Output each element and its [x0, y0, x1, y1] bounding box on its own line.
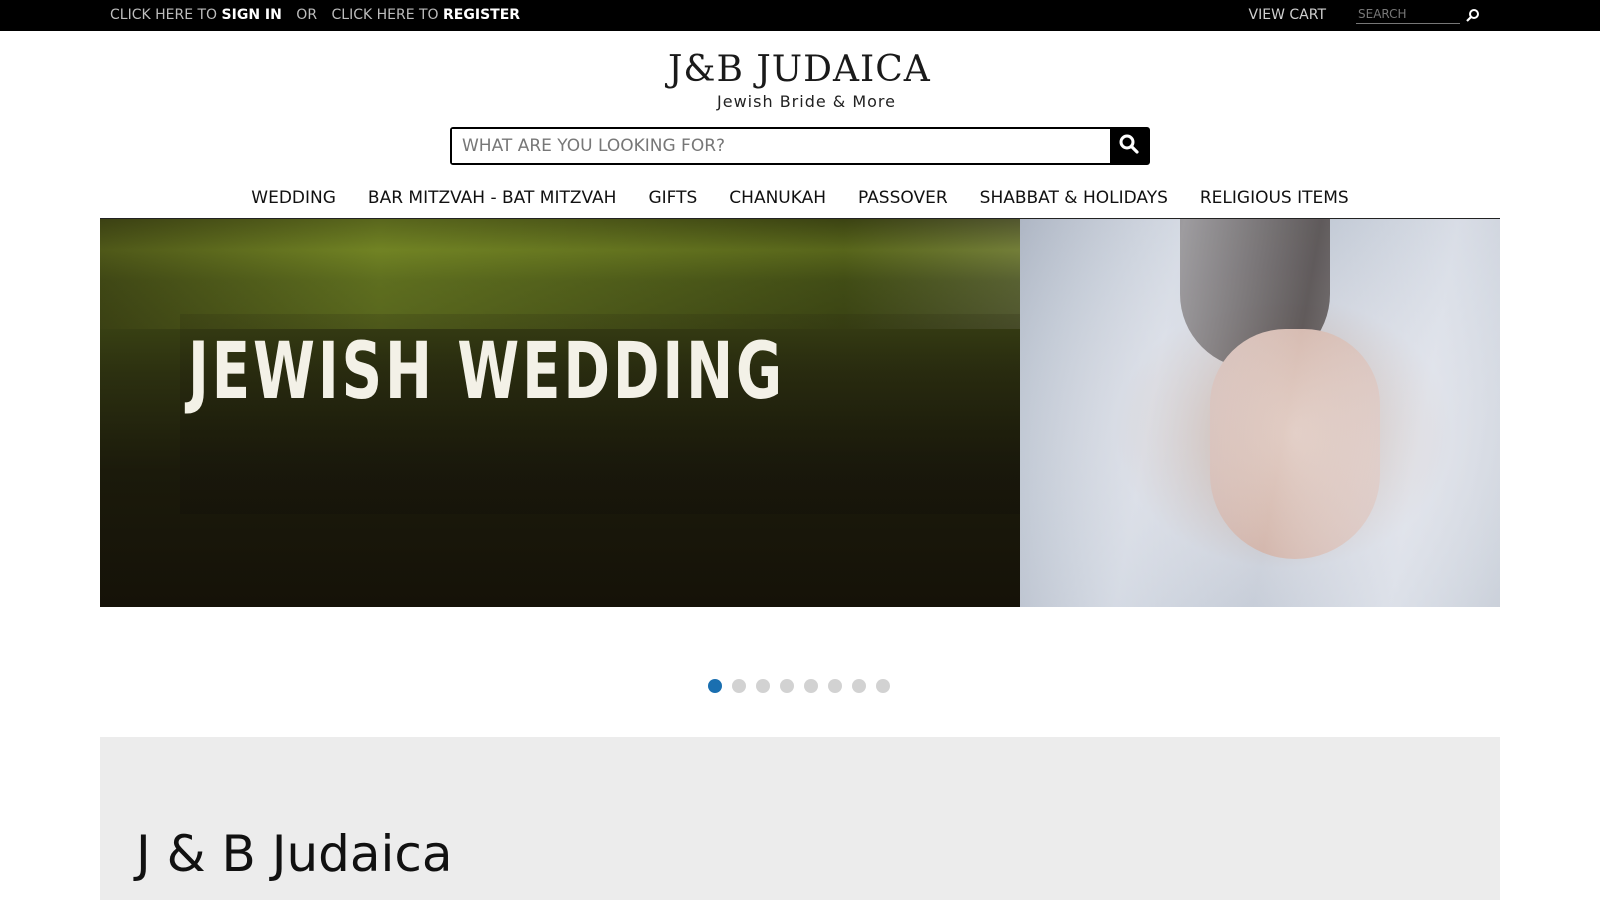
or-separator: OR [296, 7, 318, 23]
sign-in-prefix: CLICK HERE TO [110, 7, 218, 23]
carousel-dot[interactable] [756, 679, 770, 693]
carousel-dot[interactable] [780, 679, 794, 693]
hero-title: JEWISH WEDDING [188, 327, 785, 417]
carousel-dot[interactable] [852, 679, 866, 693]
main-search-input[interactable] [452, 129, 1110, 163]
register-link[interactable]: REGISTER [443, 7, 520, 23]
top-bar: CLICK HERE TO SIGN IN OR CLICK HERE TO R… [0, 0, 1600, 31]
view-cart-link[interactable]: VIEW CART [1249, 7, 1326, 23]
logo-title: J&B JUDAICA [668, 49, 931, 90]
register-prefix: CLICK HERE TO [331, 7, 439, 23]
account-links: CLICK HERE TO SIGN IN OR CLICK HERE TO R… [110, 7, 520, 23]
logo-tagline: Jewish Bride & More [717, 92, 896, 111]
hero-background [100, 219, 1030, 329]
about-panel: J & B Judaica [100, 737, 1500, 900]
carousel-dot[interactable] [876, 679, 890, 693]
site-logo[interactable]: J&B JUDAICA Jewish Bride & More [668, 50, 938, 114]
search-button[interactable] [1110, 129, 1148, 163]
nav-item-shabbat-holidays[interactable]: SHABBAT & HOLIDAYS [980, 184, 1168, 212]
search-icon [1119, 134, 1139, 158]
sign-in-link[interactable]: SIGN IN [222, 7, 282, 23]
bride-veil [1020, 219, 1500, 607]
magnifier-icon[interactable] [1466, 8, 1480, 22]
main-nav: WEDDING BAR MITZVAH - BAT MITZVAH GIFTS … [100, 184, 1500, 220]
nav-item-passover[interactable]: PASSOVER [858, 184, 948, 212]
top-right-tools: VIEW CART [1249, 5, 1480, 24]
nav-item-religious-items[interactable]: RELIGIOUS ITEMS [1200, 184, 1349, 212]
carousel-dots [708, 679, 890, 693]
nav-item-bar-bat-mitzvah[interactable]: BAR MITZVAH - BAT MITZVAH [368, 184, 617, 212]
hero-banner[interactable]: JEWISH WEDDING [100, 219, 1500, 607]
carousel-dot[interactable] [828, 679, 842, 693]
carousel-dot[interactable] [708, 679, 722, 693]
nav-item-wedding[interactable]: WEDDING [251, 184, 336, 212]
carousel-dot[interactable] [804, 679, 818, 693]
carousel-dot[interactable] [732, 679, 746, 693]
main-search [450, 127, 1150, 165]
top-search-input[interactable] [1356, 5, 1460, 24]
panel-heading: J & B Judaica [136, 825, 453, 883]
nav-item-gifts[interactable]: GIFTS [648, 184, 697, 212]
nav-item-chanukah[interactable]: CHANUKAH [729, 184, 826, 212]
